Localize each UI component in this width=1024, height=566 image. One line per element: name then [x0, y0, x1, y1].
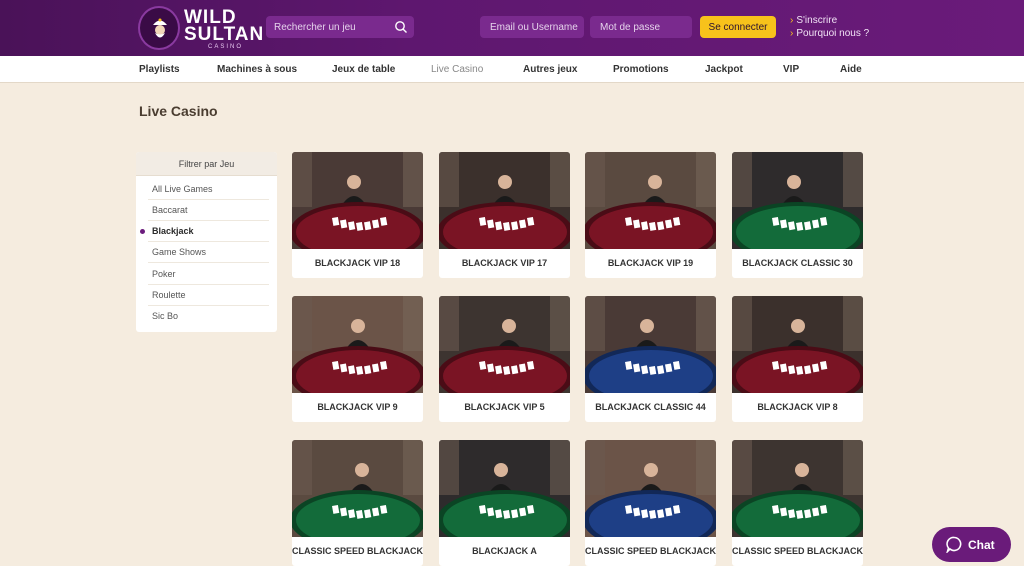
filter-item-sic-bo[interactable]: Sic Bo — [148, 306, 269, 327]
game-thumbnail[interactable] — [585, 440, 716, 537]
filter-item-blackjack[interactable]: Blackjack — [140, 221, 269, 242]
game-title[interactable]: BLACKJACK A — [439, 537, 570, 566]
game-thumbnail[interactable] — [439, 440, 570, 537]
chat-bubble-icon — [946, 536, 962, 553]
filter-item-label: Roulette — [152, 290, 186, 300]
login-button[interactable]: Se connecter — [700, 16, 776, 38]
nav-playlists[interactable]: Playlists — [139, 64, 180, 75]
game-card[interactable]: CLASSIC SPEED BLACKJACK — [292, 440, 423, 566]
password-field[interactable] — [600, 19, 688, 35]
why-us-link-label: Pourquoi nous ? — [796, 28, 870, 39]
logo-text: SULTAN — [184, 24, 265, 45]
filter-item-all[interactable]: All Live Games — [148, 179, 269, 200]
game-thumbnail[interactable] — [292, 152, 423, 249]
why-us-link[interactable]: › Pourquoi nous ? — [790, 28, 869, 39]
chevron-right-icon: › — [790, 15, 794, 26]
game-card[interactable]: BLACKJACK VIP 19 — [585, 152, 716, 278]
nav-vip[interactable]: VIP — [783, 64, 799, 75]
nav-table-games[interactable]: Jeux de table — [332, 64, 395, 75]
game-card[interactable]: CLASSIC SPEED BLACKJACK — [585, 440, 716, 566]
filter-item-baccarat[interactable]: Baccarat — [148, 200, 269, 221]
password-field-box — [590, 16, 692, 38]
filter-item-game-shows[interactable]: Game Shows — [148, 242, 269, 263]
search-input[interactable] — [274, 19, 392, 35]
game-thumbnail[interactable] — [292, 296, 423, 393]
game-thumbnail[interactable] — [585, 296, 716, 393]
filter-title: Filtrer par Jeu — [136, 152, 277, 176]
filter-item-label: Blackjack — [152, 226, 194, 236]
game-thumbnail[interactable] — [732, 296, 863, 393]
game-card[interactable]: BLACKJACK A — [439, 440, 570, 566]
filter-item-label: Sic Bo — [152, 311, 179, 321]
nav-help[interactable]: Aide — [840, 64, 862, 75]
filter-item-label: All Live Games — [152, 184, 213, 194]
game-title[interactable]: BLACKJACK VIP 5 — [439, 393, 570, 422]
nav-live-casino[interactable]: Live Casino — [431, 64, 483, 75]
game-title[interactable]: BLACKJACK CLASSIC 30 — [732, 249, 863, 278]
chat-label: Chat — [968, 538, 995, 552]
nav-slots[interactable]: Machines à sous — [217, 64, 297, 75]
game-title[interactable]: CLASSIC SPEED BLACKJACK — [732, 537, 863, 566]
main-nav: Playlists Machines à sous Jeux de table … — [0, 56, 1024, 83]
game-title[interactable]: BLACKJACK VIP 9 — [292, 393, 423, 422]
game-card[interactable]: BLACKJACK VIP 8 — [732, 296, 863, 422]
game-thumbnail[interactable] — [292, 440, 423, 537]
filter-item-label: Poker — [152, 269, 176, 279]
email-field[interactable] — [490, 19, 578, 35]
game-card[interactable]: BLACKJACK CLASSIC 30 — [732, 152, 863, 278]
game-thumbnail[interactable] — [732, 152, 863, 249]
chat-button[interactable]: Chat — [932, 527, 1011, 562]
game-title[interactable]: CLASSIC SPEED BLACKJACK — [585, 537, 716, 566]
top-header: WILD SULTAN CASINO Se connecter ›S'inscr… — [0, 0, 1024, 56]
active-dot-icon — [140, 229, 145, 234]
filter-item-roulette[interactable]: Roulette — [148, 285, 269, 306]
search-box — [266, 16, 414, 38]
register-link[interactable]: › S'inscrire — [790, 15, 837, 26]
game-card[interactable]: BLACKJACK CLASSIC 44 — [585, 296, 716, 422]
game-thumbnail[interactable] — [439, 296, 570, 393]
search-icon[interactable] — [394, 20, 408, 34]
game-title[interactable]: BLACKJACK CLASSIC 44 — [585, 393, 716, 422]
game-thumbnail[interactable] — [732, 440, 863, 537]
sultan-icon — [153, 18, 167, 38]
game-card[interactable]: BLACKJACK VIP 18 — [292, 152, 423, 278]
nav-promotions[interactable]: Promotions — [613, 64, 669, 75]
game-title[interactable]: BLACKJACK VIP 18 — [292, 249, 423, 278]
nav-other-games[interactable]: Autres jeux — [523, 64, 577, 75]
email-field-box — [480, 16, 584, 38]
site-logo[interactable]: WILD SULTAN CASINO — [138, 6, 268, 50]
nav-jackpot[interactable]: Jackpot — [705, 64, 743, 75]
logo-badge — [138, 6, 180, 50]
game-thumbnail[interactable] — [439, 152, 570, 249]
register-link-label: S'inscrire — [796, 15, 838, 26]
logo-subtext: CASINO — [208, 44, 244, 50]
filter-item-label: Baccarat — [152, 205, 188, 215]
game-title[interactable]: BLACKJACK VIP 8 — [732, 393, 863, 422]
game-card[interactable]: BLACKJACK VIP 5 — [439, 296, 570, 422]
game-card[interactable]: CLASSIC SPEED BLACKJACK — [732, 440, 863, 566]
game-card[interactable]: BLACKJACK VIP 9 — [292, 296, 423, 422]
game-title[interactable]: CLASSIC SPEED BLACKJACK — [292, 537, 423, 566]
filter-item-label: Game Shows — [152, 247, 207, 257]
game-card[interactable]: BLACKJACK VIP 17 — [439, 152, 570, 278]
filter-item-poker[interactable]: Poker — [148, 264, 269, 285]
game-filter: Filtrer par Jeu All Live Games Baccarat … — [136, 152, 277, 332]
page-title: Live Casino — [139, 103, 218, 119]
game-title[interactable]: BLACKJACK VIP 17 — [439, 249, 570, 278]
game-thumbnail[interactable] — [585, 152, 716, 249]
game-title[interactable]: BLACKJACK VIP 19 — [585, 249, 716, 278]
chevron-right-icon: › — [790, 28, 794, 39]
